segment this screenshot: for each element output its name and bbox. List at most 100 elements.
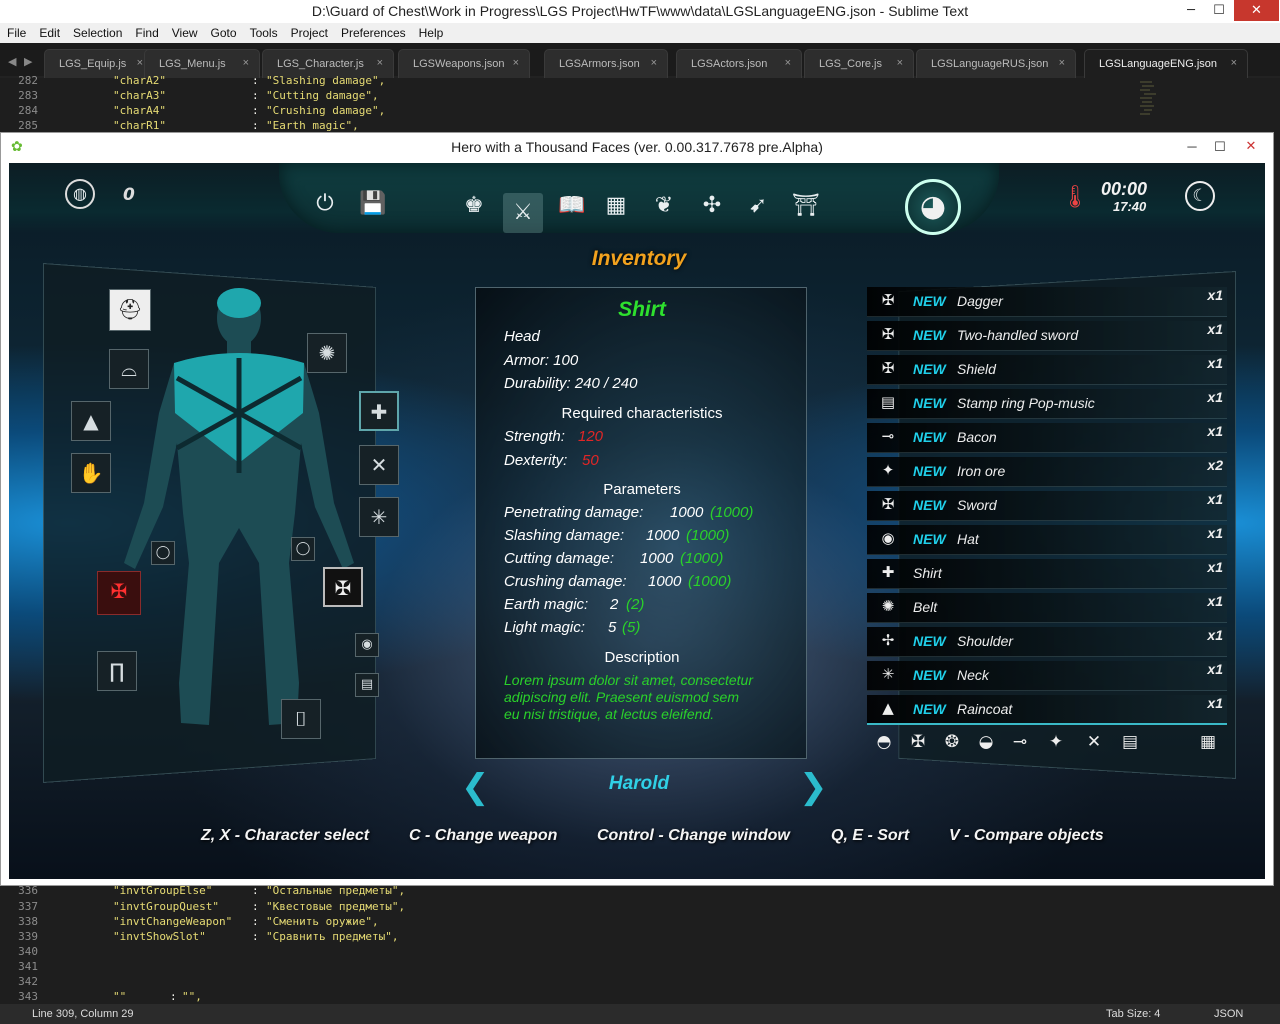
slot-weapon[interactable]: ✠ <box>97 571 141 615</box>
menu-project[interactable]: Project <box>284 23 334 40</box>
filter-all-icon[interactable]: ◓ <box>871 729 897 755</box>
editor-maximize-button[interactable]: ☐ <box>1204 0 1234 21</box>
gate-icon[interactable]: ⛩ <box>789 193 823 227</box>
code-area-top[interactable]: 282 "charA2": "Slashing damage", 283 "charA… <box>0 74 1280 132</box>
code-area-bottom[interactable]: 336 "invtGroupElse": "Остальные предметы",… <box>0 884 1280 1004</box>
tab-close-icon[interactable]: × <box>785 57 791 69</box>
slot-shield[interactable]: ✠ <box>323 567 363 607</box>
slot-ring-left[interactable]: ◯ <box>151 541 175 565</box>
tab-lgs-language-eng[interactable]: LGSLanguageENG.json × <box>1084 49 1248 78</box>
param-compare: (1000) <box>710 504 754 521</box>
tab-lgs-weapons[interactable]: LGSWeapons.json × <box>398 49 530 78</box>
filter-helmets-icon[interactable]: ❂ <box>939 729 965 755</box>
character-icon[interactable]: ♚ <box>457 193 491 227</box>
req-dexterity-value: 50 <box>582 452 599 469</box>
tab-close-icon[interactable]: × <box>377 57 383 69</box>
inventory-row[interactable]: ✠ NEW Sword x1 <box>867 491 1227 521</box>
editor-menubar: File Edit Selection Find View Goto Tools Projec… <box>0 23 1280 43</box>
inventory-row[interactable]: ✳ NEW Neck x1 <box>867 661 1227 691</box>
slot-amulet[interactable]: ✺ <box>307 333 347 373</box>
card-icon[interactable]: ▦ <box>599 193 633 227</box>
editor-minimize-button[interactable]: ─ <box>1176 0 1206 21</box>
tab-lgs-core[interactable]: LGS_Core.js × <box>804 49 914 78</box>
tab-close-icon[interactable]: × <box>137 57 143 69</box>
param-label: Light magic: <box>504 619 585 636</box>
tab-lgs-armors[interactable]: LGSArmors.json × <box>544 49 668 78</box>
slot-trinket[interactable]: ▤ <box>355 673 379 697</box>
book-icon[interactable]: 📖 <box>555 193 589 227</box>
inventory-row[interactable]: ▤ NEW Stamp ring Pop-music x1 <box>867 389 1227 419</box>
inventory-row[interactable]: ✢ NEW Shoulder x1 <box>867 627 1227 657</box>
filter-food-icon[interactable]: ◒ <box>973 729 999 755</box>
editor-close-button[interactable]: ✕ <box>1234 0 1279 21</box>
menu-view[interactable]: View <box>165 23 204 40</box>
syntax-indicator[interactable]: JSON <box>1214 1008 1243 1020</box>
next-character-arrow[interactable]: ❯ <box>799 767 828 807</box>
tab-label: LGSLanguageRUS.json <box>931 58 1049 70</box>
menu-tools[interactable]: Tools <box>243 23 284 40</box>
tab-next-icon[interactable]: ▶ <box>24 55 32 68</box>
minimap[interactable] <box>1130 80 1160 130</box>
slot-pants[interactable]: ∏ <box>97 651 137 691</box>
inventory-row[interactable]: ▲ NEW Raincoat x1 <box>867 695 1227 725</box>
inventory-row[interactable]: ✦ NEW Iron ore x2 <box>867 457 1227 487</box>
inventory-row[interactable]: ◉ NEW Hat x1 <box>867 525 1227 555</box>
power-icon[interactable]: ⏻ <box>309 191 341 223</box>
menu-find[interactable]: Find <box>128 23 164 40</box>
tab-close-icon[interactable]: × <box>243 57 249 69</box>
tab-close-icon[interactable]: × <box>1059 57 1065 69</box>
inventory-row[interactable]: ✠ NEW Dagger x1 <box>867 287 1227 317</box>
menu-selection[interactable]: Selection <box>66 23 128 40</box>
tab-close-icon[interactable]: × <box>897 57 903 69</box>
slot-shirt[interactable]: ✚ <box>359 391 399 431</box>
game-canvas[interactable]: ◍ 0 ⏻ 💾 ♚ ⚔ 📖 ▦ ❦ ✣ ➹ ⛩ ◕ 🌡 00:00 17:40 … <box>9 163 1265 879</box>
menu-help[interactable]: Help <box>412 23 450 40</box>
helmet-slot[interactable]: ⛑ <box>109 289 151 331</box>
tab-close-icon[interactable]: × <box>1231 57 1237 69</box>
tree-icon[interactable]: ✣ <box>695 193 729 227</box>
filter-crafting-icon[interactable]: ✕ <box>1081 729 1107 755</box>
game-minimize-button[interactable]: ─ <box>1177 136 1207 157</box>
filter-materials-icon[interactable]: ✦ <box>1043 729 1069 755</box>
inventory-row[interactable]: ⊸ NEW Bacon x1 <box>867 423 1227 453</box>
tab-size-indicator[interactable]: Tab Size: 4 <box>1106 1008 1160 1020</box>
filter-tools-icon[interactable]: ⊸ <box>1007 729 1033 755</box>
bird-icon[interactable]: ❦ <box>647 193 681 227</box>
prev-character-arrow[interactable]: ❮ <box>461 767 490 807</box>
filter-scrolls-icon[interactable]: ▤ <box>1117 729 1143 755</box>
save-icon[interactable]: 💾 <box>357 191 389 223</box>
inventory-row[interactable]: ✠ NEW Two-handled sword x1 <box>867 321 1227 351</box>
req-dexterity-label: Dexterity: <box>504 452 568 469</box>
tab-lgs-language-rus[interactable]: LGSLanguageRUS.json × <box>916 49 1076 78</box>
slot-eye[interactable]: ◉ <box>355 633 379 657</box>
tab-prev-icon[interactable]: ◀ <box>8 55 16 68</box>
param-label: Cutting damage: <box>504 550 615 567</box>
filter-weapons-icon[interactable]: ✠ <box>905 729 931 755</box>
slot-gloves[interactable]: ✋ <box>71 453 111 493</box>
menu-edit[interactable]: Edit <box>32 23 66 40</box>
game-close-button[interactable]: ✕ <box>1231 133 1271 159</box>
menu-preferences[interactable]: Preferences <box>334 23 412 40</box>
grid-view-icon[interactable]: ▦ <box>1195 729 1221 755</box>
moon-icon[interactable]: ☾ <box>1185 181 1215 211</box>
slot-shoulders[interactable]: ⌓ <box>109 349 149 389</box>
inventory-row[interactable]: ✺ Belt x1 <box>867 593 1227 623</box>
slot-cloak[interactable]: ▲ <box>71 401 111 441</box>
slot-ring-right[interactable]: ◯ <box>291 537 315 561</box>
tab-lgs-actors[interactable]: LGSActors.json × <box>676 49 802 78</box>
globe-icon[interactable]: ◕ <box>905 179 961 235</box>
menu-goto[interactable]: Goto <box>204 23 243 40</box>
item-qty: x1 <box>1207 355 1223 371</box>
slot-bracers[interactable]: ✕ <box>359 445 399 485</box>
tab-close-icon[interactable]: × <box>513 57 519 69</box>
slot-boots[interactable]: ⌷ <box>281 699 321 739</box>
archer-icon[interactable]: ➹ <box>741 193 775 227</box>
inventory-icon[interactable]: ⚔ <box>503 193 543 233</box>
menu-file[interactable]: File <box>0 23 32 40</box>
inventory-row[interactable]: ✚ Shirt x1 <box>867 559 1227 589</box>
tab-close-icon[interactable]: × <box>651 57 657 69</box>
slot-belt[interactable]: ✳ <box>359 497 399 537</box>
item-qty: x1 <box>1207 491 1223 507</box>
item-qty: x1 <box>1207 661 1223 677</box>
inventory-row[interactable]: ✠ NEW Shield x1 <box>867 355 1227 385</box>
